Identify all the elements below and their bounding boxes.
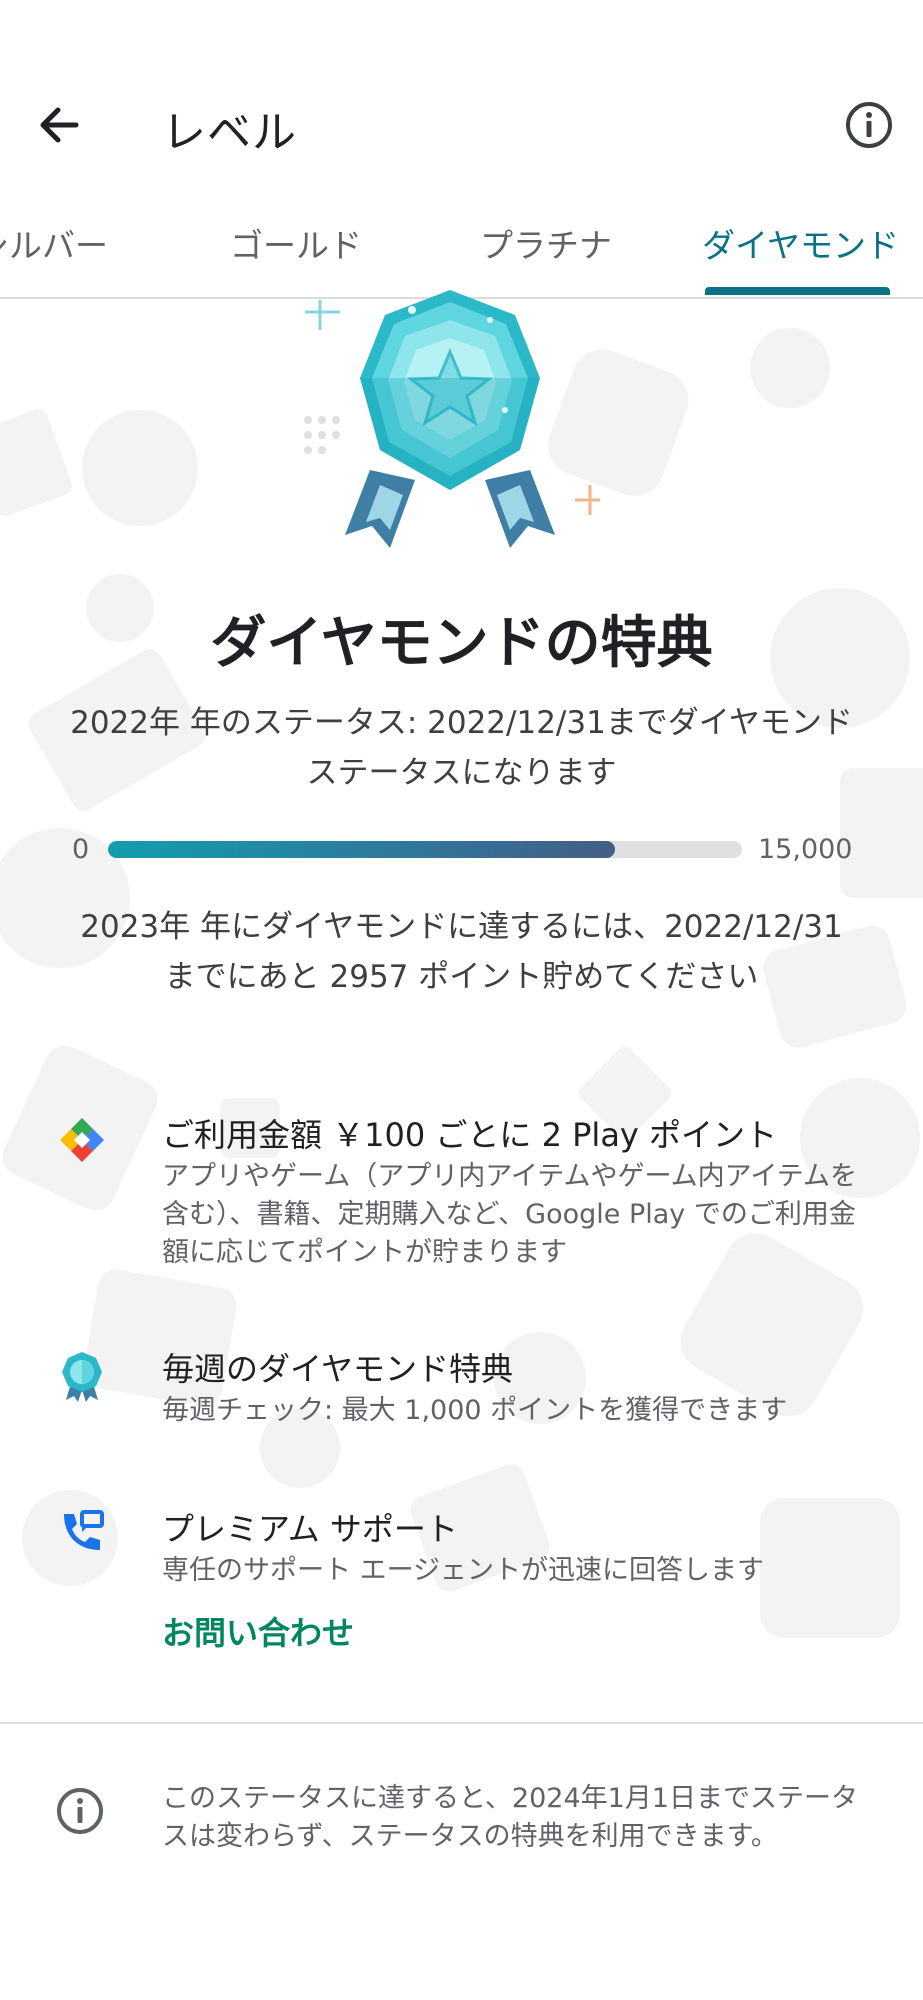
benefits-heading: ダイヤモンドの特典 (210, 611, 713, 676)
benefit-title: 毎週のダイヤモンド特典 (162, 1350, 514, 1388)
app-bar: レベル (0, 60, 923, 190)
progress-fill (108, 841, 616, 858)
back-button[interactable] (36, 102, 92, 148)
benefit-title: ご利用金額 ￥100 ごとに 2 Play ポイント (162, 1116, 778, 1154)
points-progress-bar (108, 841, 742, 858)
selected-tab-indicator (705, 287, 890, 295)
tab-silver[interactable]: シルバー (0, 219, 108, 267)
benefit-description: 毎週チェック: 最大 1,000 ポイントを獲得できます (162, 1395, 788, 1426)
info-circle-icon (846, 102, 892, 148)
progress-max-label: 15,000 (758, 834, 853, 865)
weekly-medal-icon (58, 1350, 106, 1402)
info-button[interactable] (844, 100, 894, 150)
status-retention-note: このステータスに達すると、2024年1月1日までステータスは変わらず、ステータス… (162, 1783, 858, 1852)
level-tabs: シルバー ゴールド プラチナ ダイヤモンド (0, 205, 923, 299)
contact-us-link[interactable]: お問い合わせ (162, 1608, 354, 1654)
tab-gold[interactable]: ゴールド (230, 219, 362, 267)
tab-platinum[interactable]: プラチナ (480, 219, 612, 267)
play-points-icon (58, 1116, 106, 1164)
divider (0, 1722, 923, 1724)
progress-min-label: 0 (72, 834, 90, 865)
info-circle-icon (55, 1786, 105, 1836)
benefit-description: アプリやゲーム（アプリ内アイテムやゲーム内アイテムを含む）、書籍、定期購入など、… (162, 1161, 857, 1268)
support-phone-icon (58, 1508, 106, 1556)
benefit-title: プレミアム サポート (162, 1510, 458, 1548)
goal-description: 2023年 年にダイヤモンドに達するには、2022/12/31 までにあと 29… (80, 909, 843, 995)
diamond-medal-icon (300, 290, 600, 560)
arrow-left-icon (40, 107, 79, 143)
benefit-description: 専任のサポート エージェントが迅速に回答します (162, 1555, 765, 1586)
page-title: レベル (162, 107, 297, 158)
tab-diamond[interactable]: ダイヤモンド (702, 219, 899, 267)
status-description: 2022年 年のステータス: 2022/12/31までダイヤモンド ステータスに… (70, 705, 853, 791)
